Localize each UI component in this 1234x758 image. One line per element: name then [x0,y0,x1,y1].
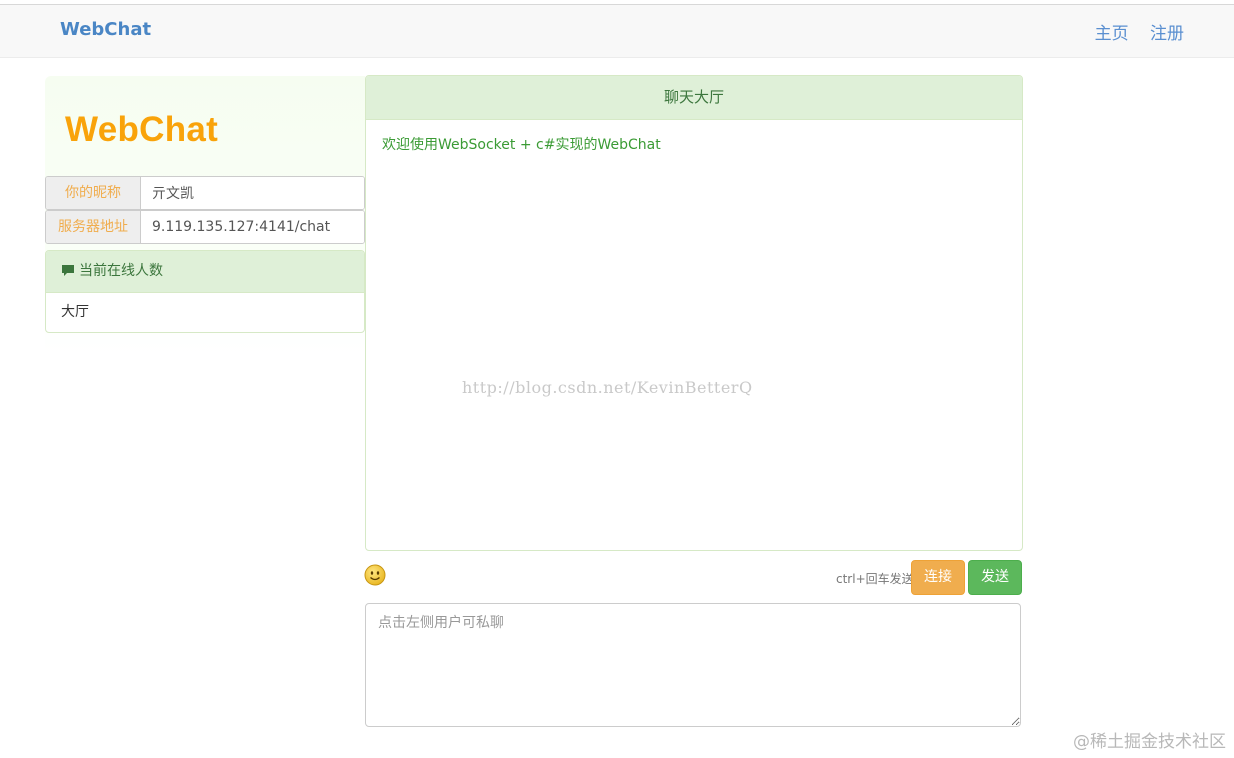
nickname-label: 你的昵称 [46,177,141,209]
online-users-panel: 当前在线人数 大厅 [45,250,365,333]
image-watermark: http://blog.csdn.net/KevinBetterQ [462,378,753,397]
message-textarea[interactable] [365,603,1021,727]
chat-title: 聊天大厅 [366,76,1022,120]
server-input-group: 服务器地址 [45,210,365,244]
nav-link-register[interactable]: 注册 [1150,24,1184,44]
sidebar: WebChat 你的昵称 服务器地址 当前在线人数 大厅 [45,76,365,354]
navbar: WebChat 主页 注册 [0,5,1234,58]
comment-icon [61,253,75,294]
online-users-title: 当前在线人数 [79,263,163,279]
server-label: 服务器地址 [46,211,141,243]
nav-link-home[interactable]: 主页 [1095,24,1129,44]
smiley-face-icon[interactable] [364,564,386,586]
user-item-lobby[interactable]: 大厅 [61,293,349,331]
nav-links: 主页 注册 [1079,19,1184,44]
logo: WebChat [65,110,219,149]
connect-button[interactable]: 连接 [911,560,965,595]
corner-watermark: @稀土掘金技术社区 [1073,732,1226,752]
send-button[interactable]: 发送 [968,560,1022,595]
server-address-input[interactable] [142,211,364,243]
online-users-list: 大厅 [46,293,364,331]
navbar-brand[interactable]: WebChat [60,19,151,40]
chat-message: 欢迎使用WebSocket + c#实现的WebChat [382,137,661,153]
send-shortcut-hint: ctrl+回车发送 [836,572,914,586]
chat-panel: 聊天大厅 欢迎使用WebSocket + c#实现的WebChat http:/… [365,75,1023,551]
nickname-input-group: 你的昵称 [45,176,365,210]
nickname-input[interactable] [142,177,364,209]
online-users-header: 当前在线人数 [46,251,364,293]
